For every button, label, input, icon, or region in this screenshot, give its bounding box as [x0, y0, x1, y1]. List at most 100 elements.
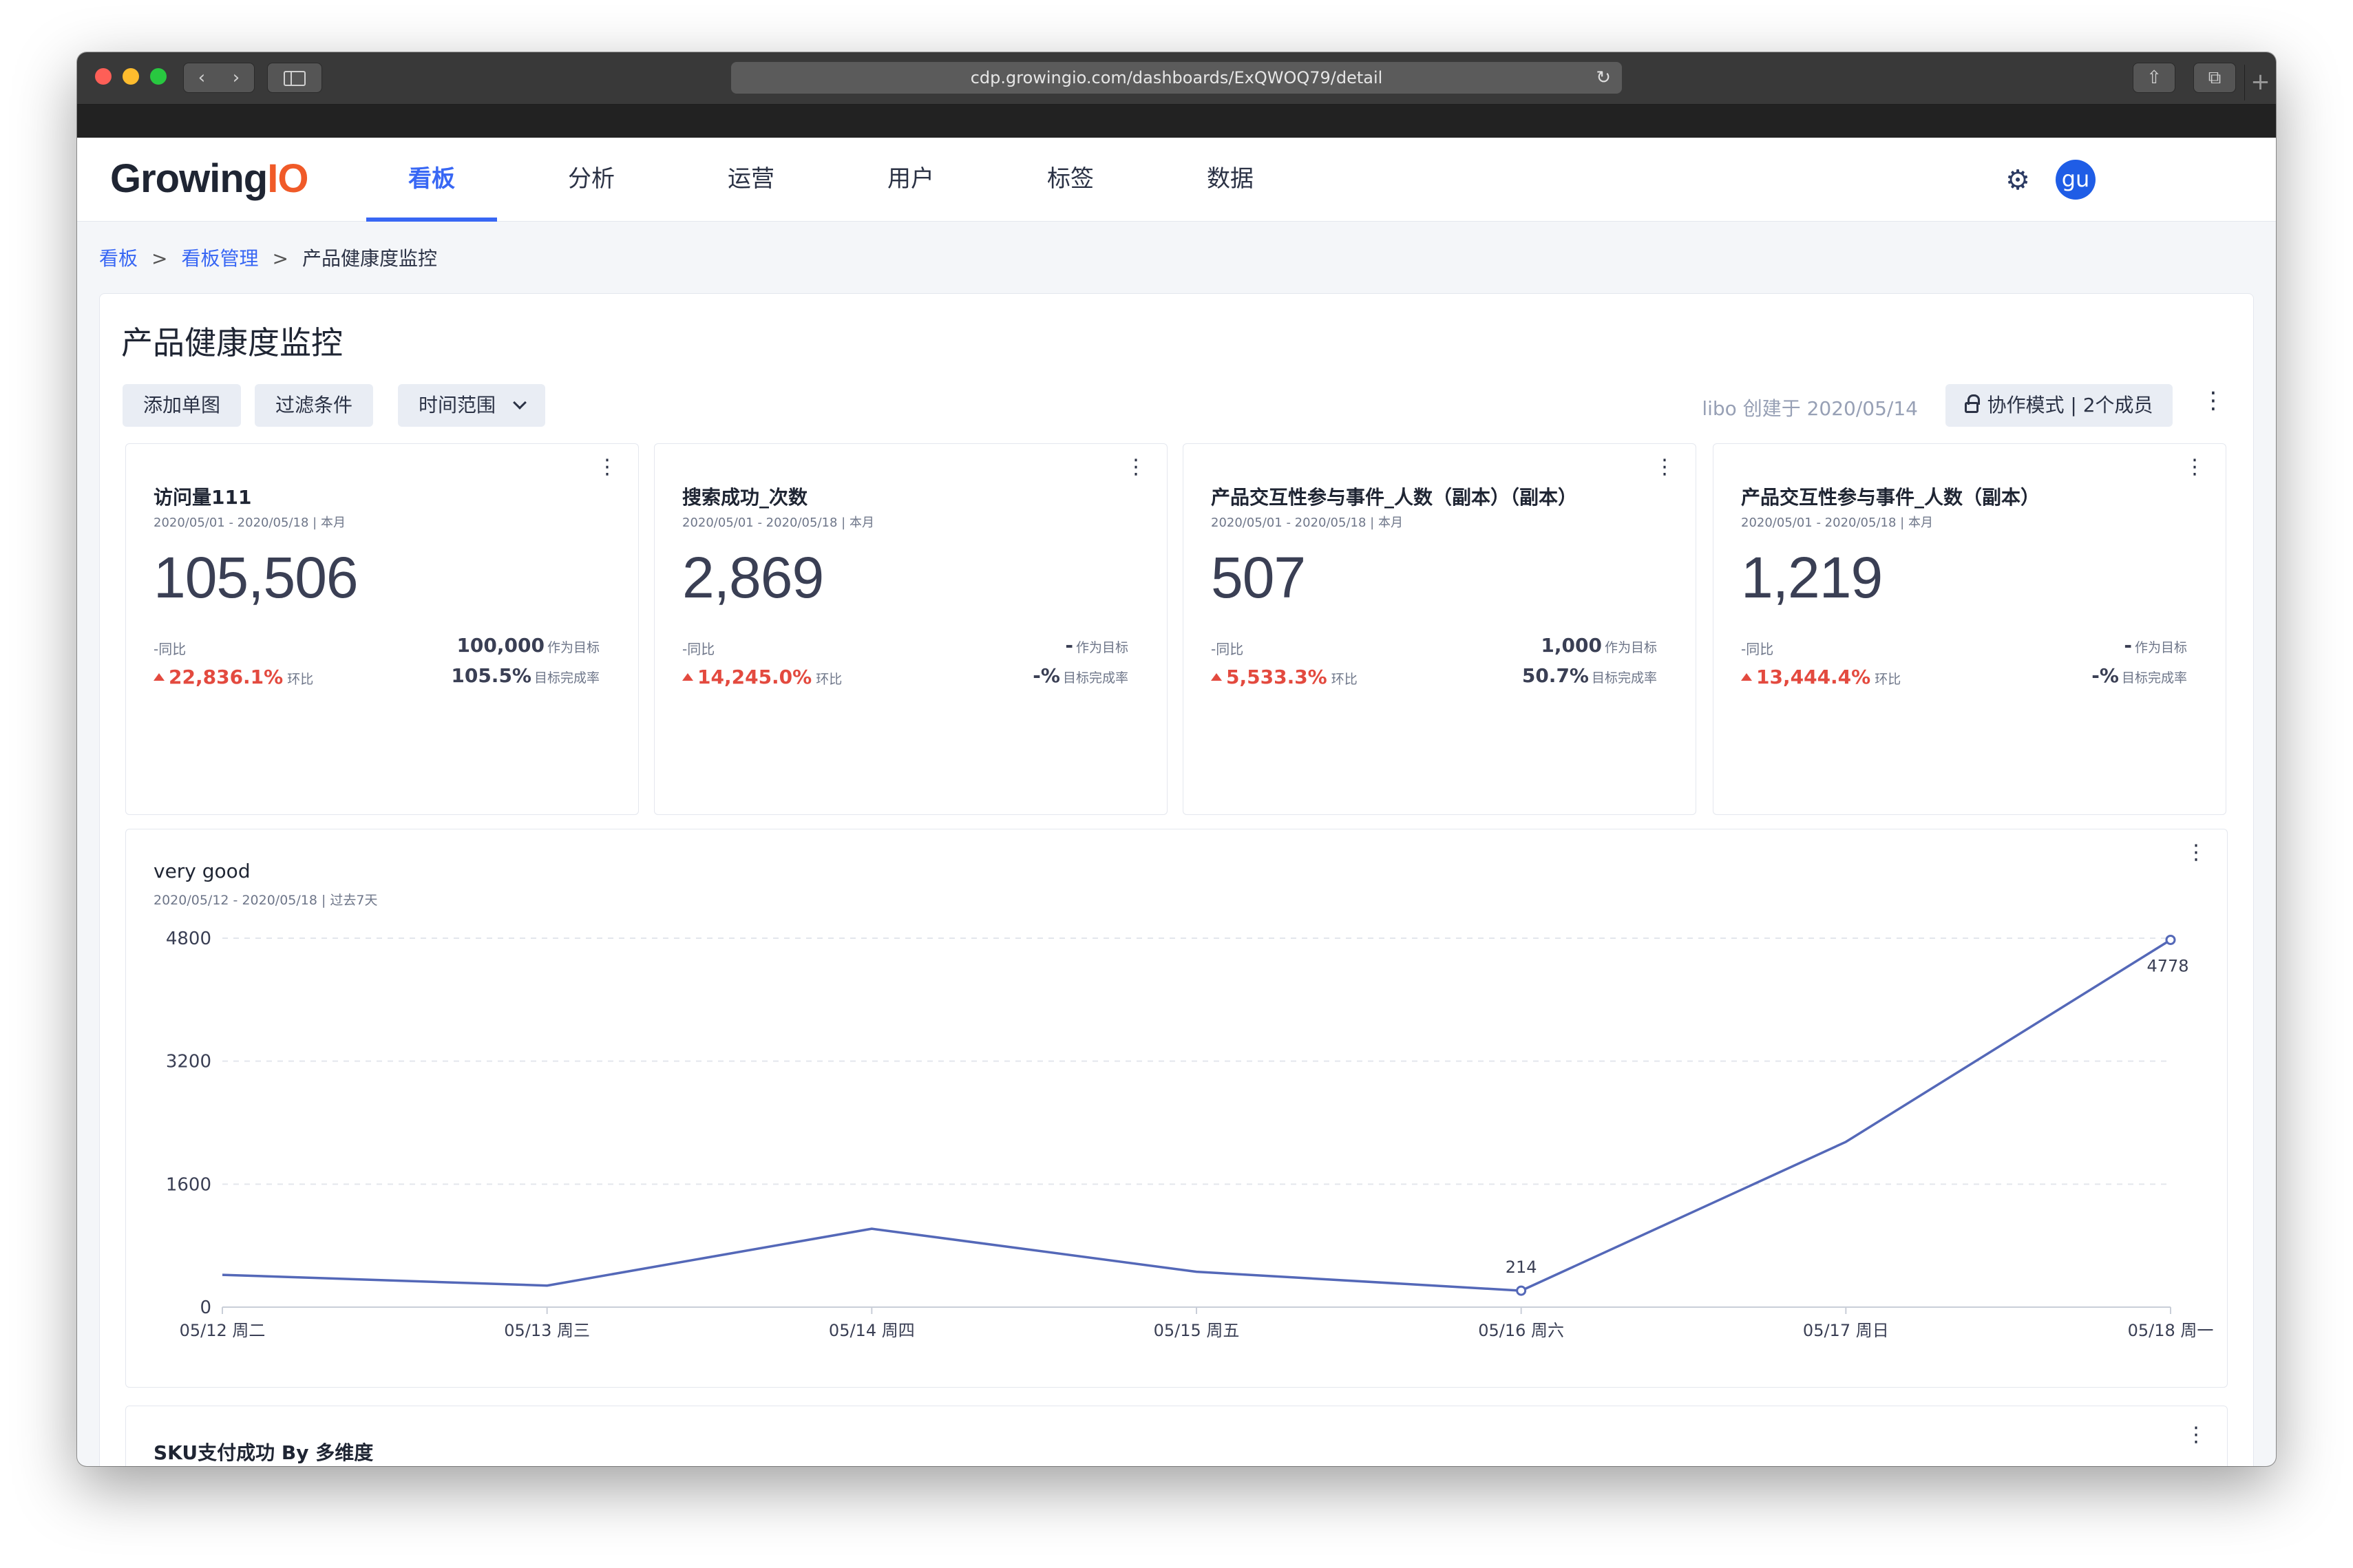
user-avatar[interactable]: gu — [2056, 160, 2096, 200]
breadcrumb-dashboard-manage-link[interactable]: 看板管理 — [181, 247, 258, 270]
collaboration-mode-button[interactable]: 协作模式 | 2个成员 — [1945, 384, 2173, 427]
data-point — [2165, 934, 2176, 945]
breadcrumb-separator: > — [151, 247, 168, 270]
nav-tab-users[interactable]: 用户 — [845, 138, 976, 222]
new-tab-button[interactable]: + — [2244, 65, 2276, 100]
card-more-menu-icon[interactable]: ⋮ — [2184, 455, 2205, 479]
lock-icon — [1965, 394, 1981, 413]
growingio-logo[interactable]: GrowingIO — [110, 156, 308, 202]
page-more-menu-icon[interactable]: ⋮ — [2202, 387, 2225, 414]
line-chart-card[interactable]: ⋮ very good 2020/05/12 - 2020/05/18 | 过去… — [125, 829, 2228, 1388]
x-tick-label: 05/18 周一 — [2128, 1321, 2214, 1340]
tabs-icon: ⧉ — [2208, 67, 2222, 88]
completion-value: -% — [2091, 664, 2119, 687]
y-tick-label: 1600 — [166, 1174, 211, 1195]
completion-row: 50.7% 目标完成率 — [1522, 664, 1657, 687]
target-row: - 作为目标 — [1065, 634, 1128, 657]
sku-chart-card[interactable]: SKU支付成功 By 多维度 ⋮ — [125, 1406, 2228, 1466]
y-tick-label: 0 — [200, 1297, 211, 1318]
card-title: 访问量111 — [154, 486, 252, 509]
arrow-up-icon — [1211, 673, 1222, 681]
target-value: 1,000 — [1541, 634, 1602, 657]
yoy-row: -同比 — [1741, 638, 1773, 658]
reload-icon[interactable]: ↻ — [1596, 62, 1611, 94]
forward-arrow-icon[interactable]: › — [219, 63, 253, 92]
add-chart-button[interactable]: 添加单图 — [123, 384, 242, 427]
filter-button[interactable]: 过滤条件 — [255, 384, 374, 427]
kpi-card[interactable]: ⋮ 产品交互性参与事件_人数（副本） 2020/05/01 - 2020/05/… — [1713, 443, 2226, 815]
close-window-button[interactable] — [95, 68, 112, 85]
line-chart: 0 1600 3200 4800 05/12 周二 05/13 周三 05/14 周四 05/… — [166, 929, 2214, 1340]
sidebar-toggle-button[interactable] — [267, 63, 322, 93]
sku-more-menu-icon[interactable]: ⋮ — [2186, 1423, 2206, 1447]
sku-chart-title: SKU支付成功 By 多维度 — [154, 1441, 374, 1464]
card-date-range: 2020/05/01 - 2020/05/18 | 本月 — [1741, 516, 1933, 530]
completion-row: -% 目标完成率 — [1033, 664, 1128, 687]
mom-label: 环比 — [1875, 672, 1901, 687]
collab-label: 协作模式 | 2个成员 — [1987, 394, 2153, 416]
sidebar-icon — [284, 70, 306, 86]
x-tick-label: 05/14 周四 — [829, 1321, 915, 1340]
mom-row: 5,533.3% 环比 — [1211, 666, 1358, 688]
card-date-range: 2020/05/01 - 2020/05/18 | 本月 — [682, 516, 874, 530]
show-tabs-button[interactable]: ⧉ — [2193, 63, 2236, 93]
yoy-label: 同比 — [1746, 641, 1774, 657]
yoy-label: 同比 — [1216, 641, 1244, 657]
mom-label: 环比 — [1331, 672, 1358, 687]
card-main-value: 2,869 — [682, 545, 824, 610]
mom-row: 14,245.0% 环比 — [682, 666, 842, 688]
kpi-card[interactable]: ⋮ 产品交互性参与事件_人数（副本）（副本） 2020/05/01 - 2020… — [1183, 443, 1696, 815]
nav-tab-analysis[interactable]: 分析 — [526, 138, 657, 222]
time-range-dropdown[interactable]: 时间范围 — [398, 384, 546, 427]
card-main-value: 1,219 — [1741, 545, 1883, 610]
address-bar[interactable]: cdp.growingio.com/dashboards/ExQWOQ79/de… — [731, 62, 1622, 94]
breadcrumb-dashboard-link[interactable]: 看板 — [99, 247, 138, 270]
mom-value: 5,533.3% — [1226, 666, 1327, 688]
history-nav-group: ‹ › — [183, 63, 255, 93]
card-more-menu-icon[interactable]: ⋮ — [1654, 455, 1675, 479]
mom-label: 环比 — [287, 672, 314, 687]
browser-window: ‹ › cdp.growingio.com/dashboards/ExQWOQ79… — [77, 52, 2276, 1466]
zoom-window-button[interactable] — [150, 68, 167, 85]
nav-tab-tags[interactable]: 标签 — [1005, 138, 1136, 222]
completion-label: 目标完成率 — [1591, 670, 1657, 686]
mom-value: 13,444.4% — [1756, 666, 1871, 688]
nav-tab-operations[interactable]: 运营 — [686, 138, 816, 222]
y-tick-label: 4800 — [166, 929, 211, 949]
data-label: 214 — [1506, 1258, 1537, 1277]
card-more-menu-icon[interactable]: ⋮ — [597, 455, 618, 479]
card-more-menu-icon[interactable]: ⋮ — [1126, 455, 1146, 479]
series-line — [222, 938, 2171, 1292]
breadcrumb: 看板 > 看板管理 > 产品健康度监控 — [99, 244, 437, 271]
kpi-card[interactable]: ⋮ 访问量111 2020/05/01 - 2020/05/18 | 本月 10… — [125, 443, 639, 815]
x-tick-label: 05/16 周六 — [1478, 1321, 1564, 1340]
x-tick-label: 05/13 周三 — [504, 1321, 590, 1340]
y-tick-label: 3200 — [166, 1052, 211, 1072]
data-label: 4778 — [2146, 956, 2188, 975]
card-date-range: 2020/05/01 - 2020/05/18 | 本月 — [1211, 516, 1403, 530]
target-label: 作为目标 — [547, 640, 600, 655]
logo-accent-text: IO — [267, 156, 308, 201]
target-value: 100,000 — [456, 634, 545, 657]
share-icon: ⇧ — [2146, 67, 2162, 88]
completion-value: 105.5% — [451, 664, 531, 687]
mom-label: 环比 — [816, 672, 843, 687]
card-date-range: 2020/05/01 - 2020/05/18 | 本月 — [154, 516, 346, 530]
nav-tab-data[interactable]: 数据 — [1165, 138, 1296, 222]
gear-icon[interactable]: ⚙ — [2003, 165, 2033, 195]
plus-icon: + — [2250, 68, 2270, 96]
back-arrow-icon[interactable]: ‹ — [184, 63, 219, 92]
creator-info: libo 创建于 2020/05/14 — [1702, 397, 1918, 420]
completion-label: 目标完成率 — [1062, 670, 1128, 686]
kpi-card[interactable]: ⋮ 搜索成功_次数 2020/05/01 - 2020/05/18 | 本月 2… — [654, 443, 1168, 815]
url-text: cdp.growingio.com/dashboards/ExQWOQ79/de… — [970, 68, 1383, 87]
target-label: 作为目标 — [2134, 640, 2187, 655]
nav-tab-dashboard[interactable]: 看板 — [366, 138, 497, 222]
target-value: - — [2124, 634, 2132, 657]
card-main-value: 105,506 — [154, 545, 359, 610]
breadcrumb-current: 产品健康度监控 — [302, 247, 437, 270]
share-button[interactable]: ⇧ — [2133, 63, 2175, 93]
time-range-label: 时间范围 — [419, 394, 496, 416]
mom-value: 14,245.0% — [697, 666, 812, 688]
minimize-window-button[interactable] — [123, 68, 139, 85]
